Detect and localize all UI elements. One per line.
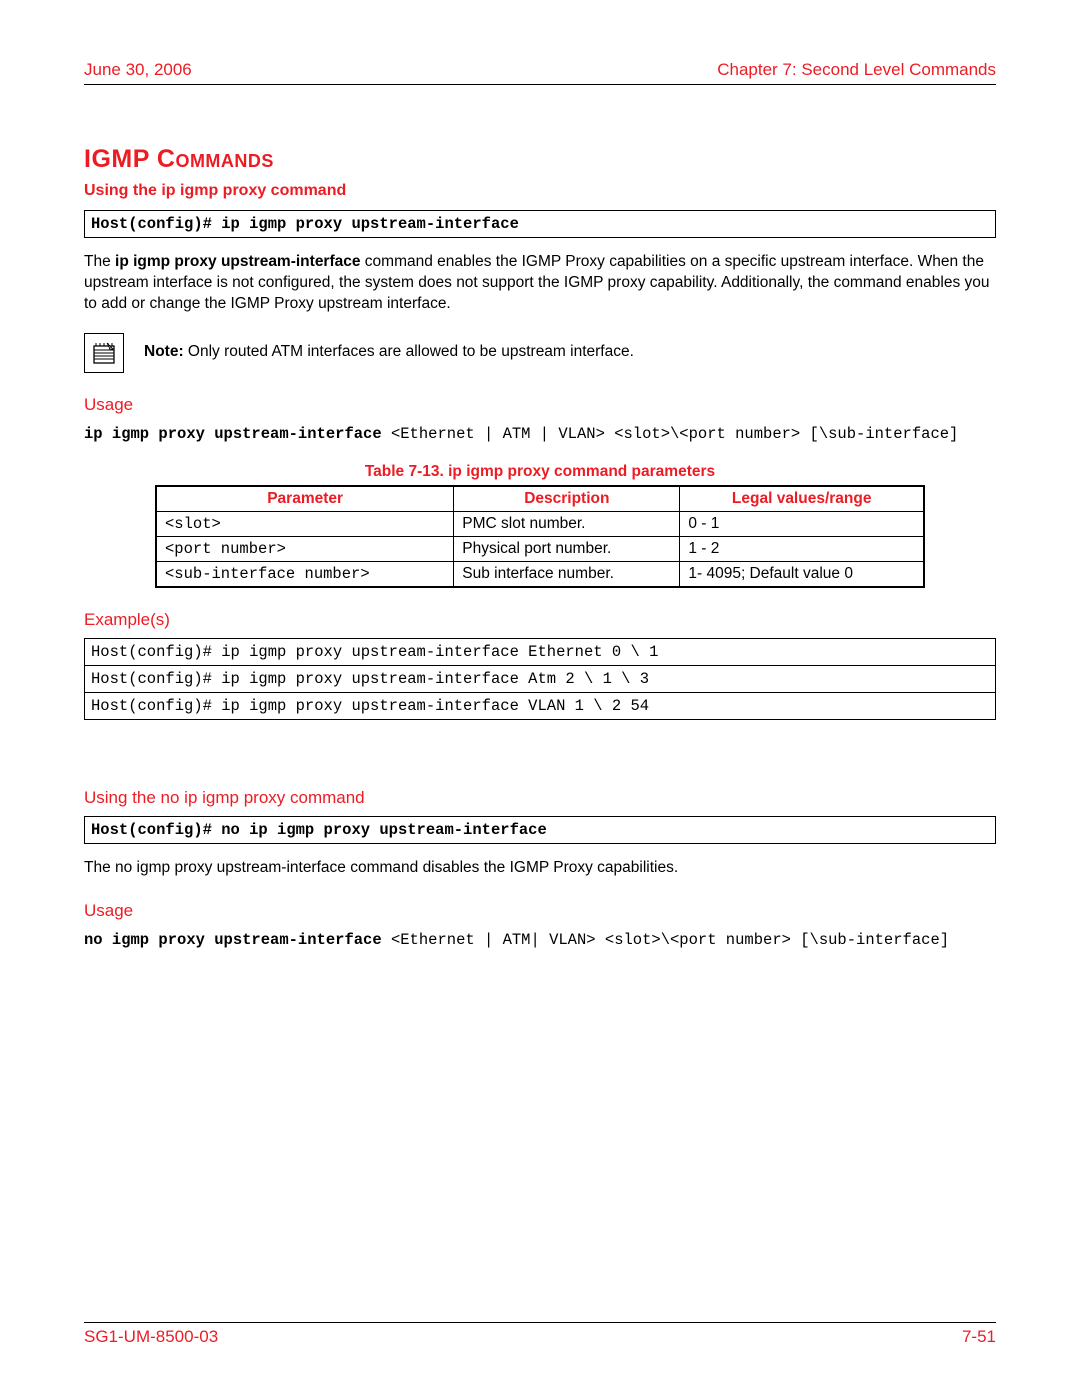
col-parameter: Parameter	[156, 486, 454, 512]
parameter-table: Parameter Description Legal values/range…	[155, 485, 925, 588]
command1-description: The ip igmp proxy upstream-interface com…	[84, 252, 996, 315]
command1-title: Using the ip igmp proxy command	[84, 182, 996, 200]
usage-syntax-1: ip igmp proxy upstream-interface <Ethern…	[84, 423, 996, 445]
footer-doc-id: SG1-UM-8500-03	[84, 1327, 218, 1347]
examples-box: Host(config)# ip igmp proxy upstream-int…	[84, 638, 996, 720]
command2-title: Using the no ip igmp proxy command	[84, 788, 996, 808]
col-legal-values: Legal values/range	[680, 486, 924, 512]
table-row: <sub-interface number> Sub interface num…	[156, 562, 924, 588]
command2-syntax-box: Host(config)# no ip igmp proxy upstream-…	[84, 816, 996, 844]
page-header: June 30, 2006 Chapter 7: Second Level Co…	[84, 60, 996, 85]
header-date: June 30, 2006	[84, 60, 192, 80]
note-text: Note: Only routed ATM interfaces are all…	[144, 342, 634, 363]
notepad-icon	[84, 333, 124, 373]
col-description: Description	[454, 486, 680, 512]
usage-label-1: Usage	[84, 395, 996, 415]
table-header-row: Parameter Description Legal values/range	[156, 486, 924, 512]
table-row: <slot> PMC slot number. 0 - 1	[156, 512, 924, 537]
page-footer: SG1-UM-8500-03 7-51	[84, 1322, 996, 1347]
usage-label-2: Usage	[84, 901, 996, 921]
command1-syntax-box: Host(config)# ip igmp proxy upstream-int…	[84, 210, 996, 238]
usage-syntax-2: no igmp proxy upstream-interface <Ethern…	[84, 929, 996, 951]
table-caption: Table 7-13. ip igmp proxy command parame…	[84, 463, 996, 481]
header-chapter: Chapter 7: Second Level Commands	[717, 60, 996, 80]
page: June 30, 2006 Chapter 7: Second Level Co…	[0, 0, 1080, 1397]
example-row: Host(config)# ip igmp proxy upstream-int…	[85, 666, 995, 693]
command2-description: The no igmp proxy upstream-interface com…	[84, 858, 996, 879]
table-row: <port number> Physical port number. 1 - …	[156, 537, 924, 562]
note-row: Note: Only routed ATM interfaces are all…	[84, 333, 996, 373]
footer-page-number: 7-51	[962, 1327, 996, 1347]
example-row: Host(config)# ip igmp proxy upstream-int…	[85, 693, 995, 719]
section-heading: IGMP Commands	[84, 145, 996, 174]
example-row: Host(config)# ip igmp proxy upstream-int…	[85, 639, 995, 666]
examples-label: Example(s)	[84, 610, 996, 630]
